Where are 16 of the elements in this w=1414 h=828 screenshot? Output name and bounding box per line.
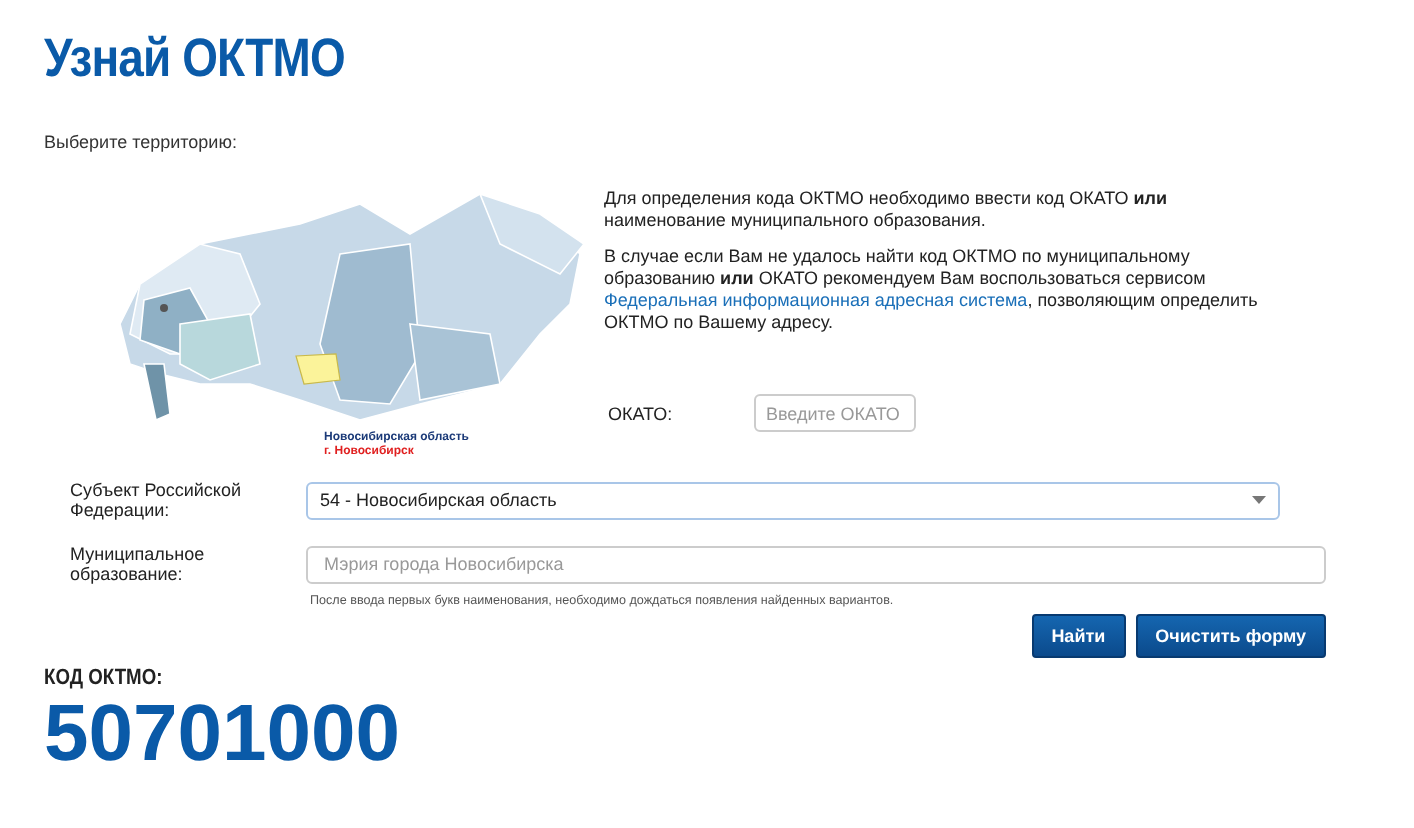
subject-label: Субъект Российской Федерации:	[70, 480, 243, 520]
find-button[interactable]: Найти	[1031, 614, 1126, 658]
okato-label: ОКАТО:	[608, 403, 675, 423]
municipality-label: Муниципальное образование:	[70, 544, 207, 584]
subject-select[interactable]: 54 - Новосибирская область	[306, 481, 1280, 519]
dropdown-arrow-icon	[1252, 496, 1266, 504]
territory-label: Выберите территорию:	[44, 132, 239, 152]
fias-link[interactable]: Федеральная информационная адресная система	[604, 290, 1028, 310]
okato-input[interactable]: Введите ОКАТО	[754, 394, 916, 432]
oktmo-code: 50701000	[44, 690, 400, 778]
info-paragraph: Для определения кода ОКТМО необходимо ввести код ОКАТО или наименование муниципального образования.	[604, 188, 1170, 232]
page-title: Узнай ОКТМО	[44, 28, 345, 90]
info-paragraph: В случае если Вам не удалось найти код ОКТМО по муниципальному образованию или ОКАТО рекомендуем Вам воспользоваться сервисом Федеральная информационная адресная система, позволяющим определить ОКТМО по Вашему адресу.	[604, 246, 1260, 334]
municipality-input[interactable]: Мэрия города Новосибирска	[306, 545, 1326, 583]
clear-form-button[interactable]: Очистить форму	[1135, 614, 1326, 658]
result-label: КОД ОКТМО:	[44, 666, 165, 690]
